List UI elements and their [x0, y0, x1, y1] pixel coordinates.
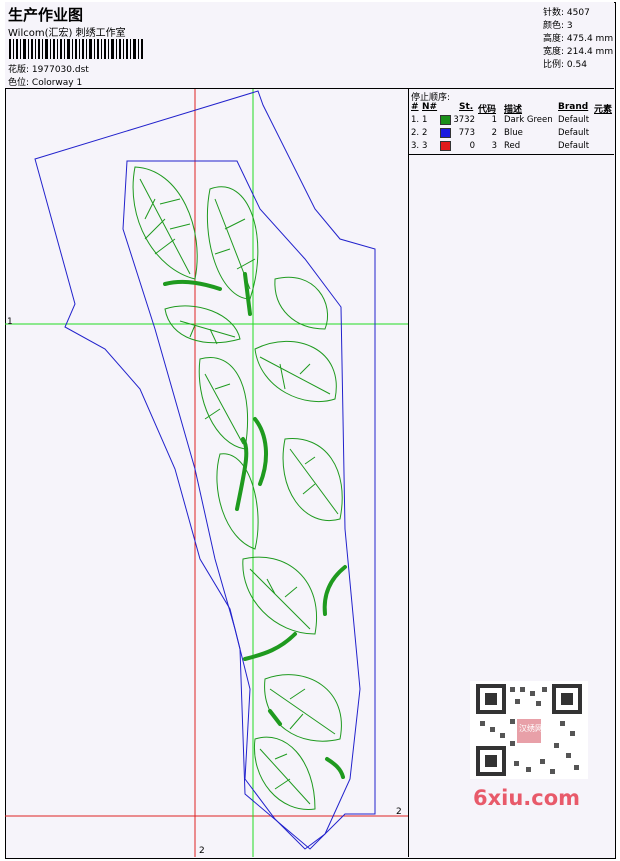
col-stitches: St. [459, 102, 474, 112]
stat-width: 宽度: 214.4 mm [543, 44, 613, 57]
leaf-motifs [132, 166, 343, 810]
stat-height-label: 高度: [543, 34, 565, 44]
row-brand: Default [558, 141, 590, 151]
col-code: 代码 [478, 105, 497, 115]
colorway-value: Colorway 1 [31, 78, 83, 88]
stat-colors-label: 颜色: [543, 21, 565, 31]
row-brand: Default [558, 115, 590, 125]
sheet-title: 生产作业图 [8, 6, 84, 24]
stat-height: 高度: 475.4 mm [543, 31, 613, 44]
row-needle: 3 [422, 141, 428, 151]
row-index: 3. [411, 141, 420, 151]
colorway-line: 色位: Colorway 1 [8, 75, 82, 88]
stat-scale-value: 0.54 [566, 60, 587, 70]
stat-stitches-value: 4507 [566, 8, 590, 18]
guide-label-v2: 2 [199, 846, 205, 856]
color-row: 3. 3 0 3 Red Default [409, 141, 614, 154]
row-description: Blue [504, 128, 523, 138]
col-element: 元素 [594, 105, 613, 115]
color-swatch [440, 128, 451, 138]
stat-stitches-label: 针数: [543, 8, 565, 18]
col-brand: Brand [558, 102, 589, 112]
row-stitches: 0 [469, 141, 475, 151]
color-row: 2. 2 773 2 Blue Default [409, 128, 614, 141]
row-index: 2. [411, 128, 420, 138]
qr-badge: 汉绣网 [519, 724, 543, 733]
pattern-line: 花版: 1977030.dst [8, 62, 89, 75]
pattern-value: 1977030.dst [31, 65, 89, 75]
piece-outline [34, 90, 376, 850]
row-code: 3 [491, 141, 497, 151]
col-needle: N# [422, 102, 438, 112]
color-row: 1. 1 3732 1 Dark Green Default [409, 115, 614, 128]
design-canvas: 1 2 2 [5, 89, 409, 857]
header-panel: 生产作业图 Wilcom(汇宏) 刺绣工作室 花版: 1977030.dst 色… [5, 2, 541, 89]
row-code: 2 [491, 128, 497, 138]
row-description: Red [504, 141, 521, 151]
stat-colors: 颜色: 3 [543, 18, 573, 31]
guide-label-h1: 1 [7, 317, 13, 327]
row-stitches: 3732 [453, 115, 475, 125]
stat-scale: 比例: 0.54 [543, 57, 587, 70]
piece-inner-outline [122, 160, 361, 850]
row-needle: 1 [422, 115, 428, 125]
barcode [9, 39, 143, 59]
row-index: 1. [411, 115, 420, 125]
colorway-label: 色位: [8, 78, 30, 88]
row-needle: 2 [422, 128, 428, 138]
color-swatch [440, 115, 451, 125]
row-description: Dark Green [504, 115, 553, 125]
stat-width-label: 宽度: [543, 47, 565, 57]
stats-panel: 针数: 4507 颜色: 3 高度: 475.4 mm 宽度: 214.4 mm… [540, 2, 614, 89]
pattern-label: 花版: [8, 65, 30, 75]
embroidery-design [5, 89, 408, 857]
stat-stitches: 针数: 4507 [543, 5, 590, 18]
row-brand: Default [558, 128, 590, 138]
qr-code: 汉绣网 [470, 681, 588, 779]
stat-scale-label: 比例: [543, 60, 565, 70]
col-index: # [411, 102, 419, 112]
studio-name: Wilcom(汇宏) 刺绣工作室 [8, 28, 126, 39]
stat-height-value: 475.4 mm [566, 34, 614, 44]
color-stop-table: 停止顺序: # N# St. 代码 描述 Brand 元素 1. 1 3732 … [409, 89, 614, 155]
site-watermark: 6xiu.com [473, 786, 581, 810]
col-description: 描述 [504, 105, 523, 115]
stat-colors-value: 3 [566, 21, 573, 31]
row-stitches: 773 [458, 128, 475, 138]
row-code: 1 [491, 115, 497, 125]
guide-label-h2: 2 [396, 807, 402, 817]
stat-width-value: 214.4 mm [566, 47, 614, 57]
color-swatch [440, 141, 451, 151]
